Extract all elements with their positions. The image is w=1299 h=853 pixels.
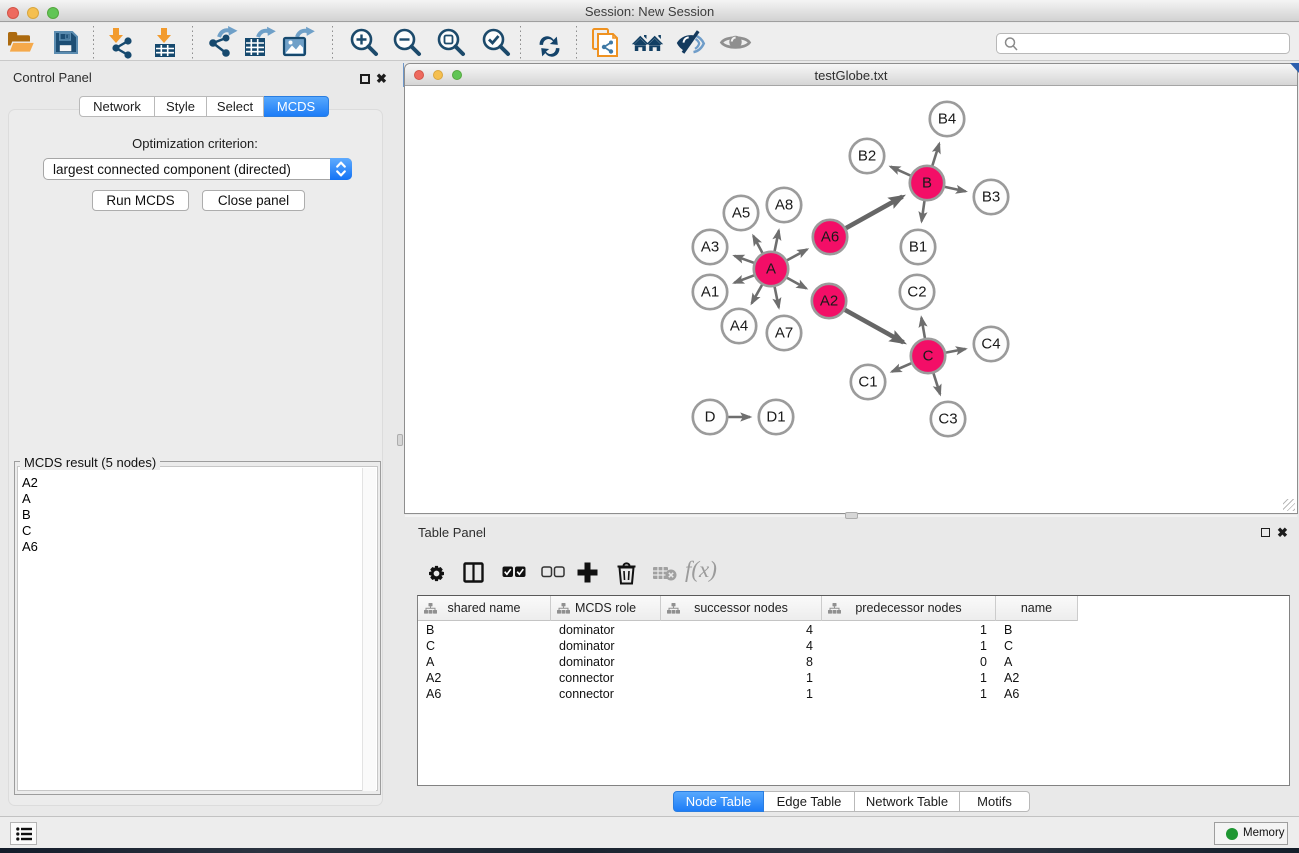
svg-text:C3: C3: [938, 411, 957, 428]
svg-text:A3: A3: [701, 239, 719, 256]
svg-text:B3: B3: [982, 189, 1000, 206]
svg-text:C2: C2: [907, 284, 926, 301]
svg-text:B2: B2: [858, 148, 876, 165]
svg-text:A: A: [766, 261, 776, 278]
svg-text:D1: D1: [766, 409, 785, 426]
svg-text:B1: B1: [909, 239, 927, 256]
svg-text:A2: A2: [820, 293, 838, 310]
svg-text:A5: A5: [732, 205, 750, 222]
svg-text:C: C: [923, 348, 934, 365]
svg-text:C4: C4: [981, 336, 1000, 353]
svg-text:B: B: [922, 175, 932, 192]
svg-text:C1: C1: [858, 374, 877, 391]
svg-text:A1: A1: [701, 284, 719, 301]
svg-text:A8: A8: [775, 197, 793, 214]
svg-text:B4: B4: [938, 111, 956, 128]
svg-text:D: D: [705, 409, 716, 426]
svg-text:A7: A7: [775, 325, 793, 342]
svg-text:A4: A4: [730, 318, 748, 335]
svg-text:A6: A6: [821, 229, 839, 246]
